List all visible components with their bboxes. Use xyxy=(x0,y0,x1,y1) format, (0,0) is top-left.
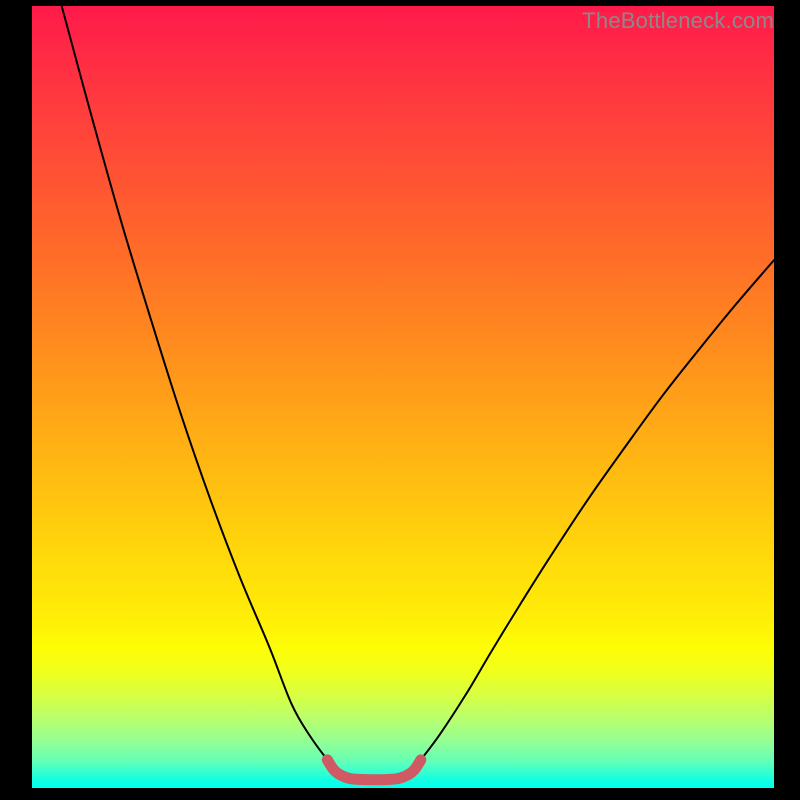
watermark-text: TheBottleneck.com xyxy=(582,8,774,34)
series-group xyxy=(62,6,774,780)
series-right-curve xyxy=(421,260,774,760)
chart-stage: TheBottleneck.com xyxy=(0,0,800,800)
series-left-curve xyxy=(62,6,328,760)
curves-layer xyxy=(0,0,800,800)
series-valley-highlight xyxy=(327,760,420,780)
